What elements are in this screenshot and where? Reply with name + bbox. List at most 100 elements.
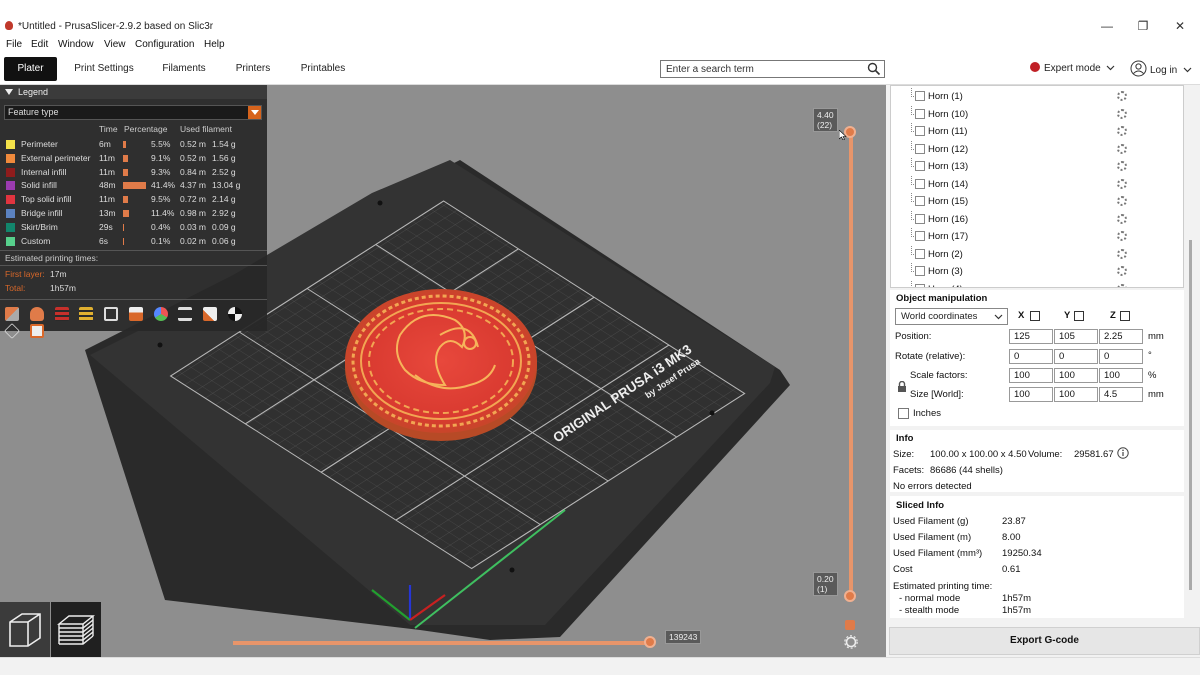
settings-gear-icon[interactable] [1117, 196, 1127, 206]
dropdown-arrow-icon[interactable] [248, 106, 261, 119]
menu-file[interactable]: File [6, 39, 22, 50]
settings-gear-icon[interactable] [1117, 126, 1127, 136]
drop-to-bed-icon[interactable] [1074, 311, 1084, 321]
object-list-item[interactable]: Horn (17) [891, 228, 1183, 245]
drop-to-bed-icon[interactable] [1030, 311, 1040, 321]
retractions-icon[interactable] [54, 307, 69, 321]
legend-row[interactable]: Internal infill 11m 9.3% 0.84 m 2.52 g [0, 166, 267, 179]
custom-gcodes-icon[interactable] [203, 307, 218, 321]
tab-printers[interactable]: Printers [230, 57, 276, 81]
rotate-z-field[interactable] [1099, 349, 1143, 364]
object-list-item[interactable]: Horn (15) [891, 193, 1183, 210]
settings-gear-icon[interactable] [1117, 231, 1127, 241]
menu-window[interactable]: Window [58, 39, 94, 50]
menu-view[interactable]: View [104, 39, 126, 50]
menu-configuration[interactable]: Configuration [135, 39, 194, 50]
menu-edit[interactable]: Edit [31, 39, 48, 50]
object-list[interactable]: Horn (1) Horn (10) Horn (11) Horn (12) Horn … [890, 85, 1184, 288]
export-gcode-button[interactable]: Export G-code [889, 627, 1200, 655]
settings-gear-icon[interactable] [1117, 283, 1127, 287]
object-list-item[interactable]: Horn (11) [891, 123, 1183, 140]
search-icon[interactable] [867, 62, 881, 76]
move-slider-thumb[interactable] [644, 636, 656, 648]
object-list-item[interactable]: Horn (4) [891, 280, 1183, 287]
position-z-field[interactable] [1099, 329, 1143, 344]
object-list-item[interactable]: Horn (3) [891, 263, 1183, 280]
legend-row[interactable]: External perimeter 11m 9.1% 0.52 m 1.56 g [0, 152, 267, 165]
object-checkbox[interactable] [915, 196, 925, 206]
position-y-field[interactable] [1054, 329, 1098, 344]
object-checkbox[interactable] [915, 161, 925, 171]
wipe-icon[interactable] [29, 307, 44, 321]
scale-y-field[interactable] [1054, 368, 1098, 383]
tool-marker-icon[interactable] [29, 324, 44, 338]
deretractions-icon[interactable] [79, 307, 94, 321]
tool-changes-icon[interactable] [128, 307, 143, 321]
position-x-field[interactable] [1009, 329, 1053, 344]
center-of-gravity-icon[interactable] [228, 307, 243, 321]
object-list-item[interactable]: Horn (12) [891, 140, 1183, 158]
coordinate-system-select[interactable]: World coordinates [895, 308, 1008, 325]
settings-icon[interactable] [844, 635, 858, 649]
settings-gear-icon[interactable] [1117, 91, 1127, 101]
scale-z-field[interactable] [1099, 368, 1143, 383]
lock-icon[interactable] [897, 381, 907, 393]
inches-checkbox[interactable] [898, 408, 909, 419]
object-checkbox[interactable] [915, 231, 925, 241]
settings-gear-icon[interactable] [1117, 248, 1127, 259]
object-checkbox[interactable] [915, 126, 925, 136]
tab-print-settings[interactable]: Print Settings [70, 57, 138, 81]
object-checkbox[interactable] [915, 248, 925, 259]
object-list-item[interactable]: Horn (13) [891, 158, 1183, 175]
close-button[interactable]: ✕ [1170, 18, 1190, 34]
color-changes-icon[interactable] [153, 307, 168, 321]
size-x-field[interactable] [1009, 387, 1053, 402]
mode-selector[interactable]: Expert mode [1030, 61, 1115, 77]
pause-prints-icon[interactable] [178, 307, 193, 321]
object-checkbox[interactable] [915, 178, 925, 189]
object-list-item[interactable]: Horn (1) [891, 88, 1183, 105]
seams-icon[interactable] [104, 307, 119, 321]
menu-help[interactable]: Help [204, 39, 225, 50]
search-input[interactable] [661, 61, 861, 77]
object-checkbox[interactable] [915, 266, 925, 276]
legend-row[interactable]: Top solid infill 11m 9.5% 0.72 m 2.14 g [0, 193, 267, 206]
settings-gear-icon[interactable] [1117, 266, 1127, 276]
settings-gear-icon[interactable] [1117, 143, 1127, 154]
object-list-item[interactable]: Horn (2) [891, 245, 1183, 263]
rotate-x-field[interactable] [1009, 349, 1053, 364]
object-checkbox[interactable] [915, 143, 925, 154]
size-y-field[interactable] [1054, 387, 1098, 402]
size-z-field[interactable] [1099, 387, 1143, 402]
layer-slider-track[interactable] [849, 132, 853, 597]
legend-row[interactable]: Bridge infill 13m 11.4% 0.98 m 2.92 g [0, 207, 267, 220]
settings-gear-icon[interactable] [1117, 178, 1127, 189]
preview-button[interactable] [51, 602, 101, 657]
object-checkbox[interactable] [915, 108, 925, 119]
settings-gear-icon[interactable] [1117, 108, 1127, 119]
3d-view-button[interactable] [0, 602, 50, 657]
rotate-y-field[interactable] [1054, 349, 1098, 364]
maximize-button[interactable]: ❐ [1133, 18, 1153, 34]
legend-row[interactable]: Custom 6s 0.1% 0.02 m 0.06 g [0, 235, 267, 248]
object-list-item[interactable]: Horn (16) [891, 210, 1183, 228]
tab-filaments[interactable]: Filaments [158, 57, 210, 81]
move-slider-track[interactable] [233, 641, 651, 645]
tab-plater[interactable]: Plater [4, 57, 57, 81]
info-icon[interactable] [1117, 447, 1129, 459]
settings-gear-icon[interactable] [1117, 213, 1127, 224]
object-checkbox[interactable] [915, 91, 925, 101]
layer-slider-lower-thumb[interactable] [844, 590, 856, 602]
minimize-button[interactable]: — [1097, 18, 1117, 34]
object-list-item[interactable]: Horn (14) [891, 175, 1183, 193]
shells-icon[interactable] [4, 323, 20, 339]
object-list-item[interactable]: Horn (10) [891, 105, 1183, 123]
settings-gear-icon[interactable] [1117, 161, 1127, 171]
legend-row[interactable]: Solid infill 48m 41.4% 4.37 m 13.04 g [0, 179, 267, 192]
login-button[interactable]: Log in [1130, 60, 1192, 78]
cog-icon[interactable] [845, 620, 855, 630]
sidebar-scrollbar[interactable] [1188, 85, 1194, 615]
search-box[interactable] [660, 60, 885, 78]
travel-icon[interactable] [5, 307, 19, 321]
legend-header[interactable]: Legend [0, 85, 267, 99]
